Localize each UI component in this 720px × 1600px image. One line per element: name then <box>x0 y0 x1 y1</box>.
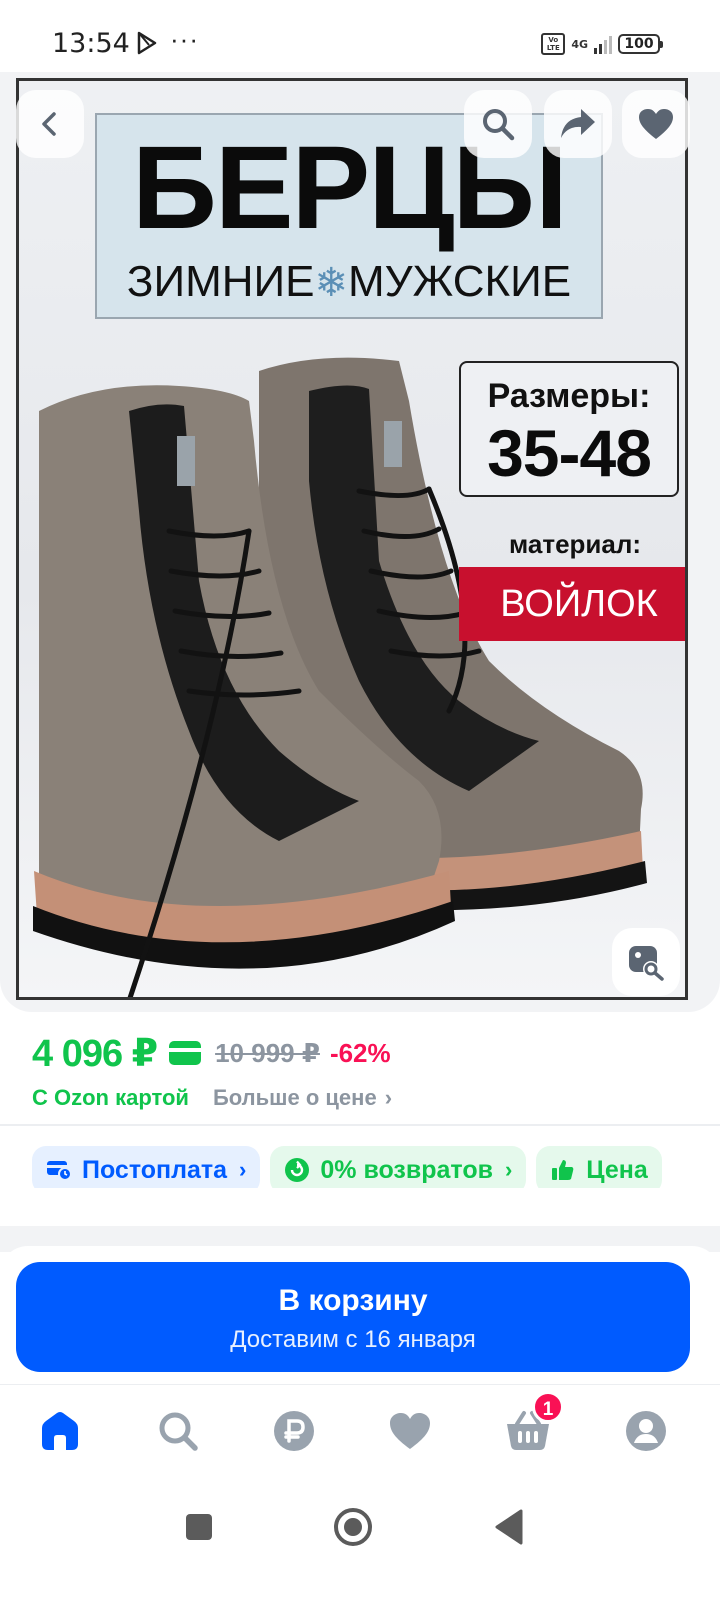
system-navigation <box>0 1480 720 1600</box>
material-value: ВОЙЛОК <box>459 567 685 641</box>
status-bar: 13:54 ··· Vo LTE 4G 100 <box>0 0 720 72</box>
sizes-badge: Размеры: 35-48 <box>459 361 679 497</box>
home-icon <box>334 1508 372 1546</box>
old-price: 10 999 ₽ <box>215 1037 320 1068</box>
image-search-icon <box>629 946 664 981</box>
ozon-card-icon <box>169 1041 202 1065</box>
nav-home[interactable] <box>34 1405 86 1457</box>
product-gallery[interactable]: БЕРЦЫ ЗИМНИЕ❄МУЖСКИЕ Размеры: 35-48 мате… <box>0 72 720 1012</box>
bottom-navigation: 1 <box>0 1384 720 1480</box>
image-search-button[interactable] <box>612 928 680 996</box>
ad-subtitle: ЗИМНИЕ❄МУЖСКИЕ <box>126 257 572 306</box>
snowflake-icon: ❄ <box>314 261 348 305</box>
chip-returns[interactable]: 0% возвратов › <box>270 1146 527 1194</box>
nav-favorites[interactable] <box>384 1405 436 1457</box>
clock: 13:54 <box>52 28 130 59</box>
add-to-cart-button[interactable]: В корзину Доставим с 16 января <box>16 1262 690 1372</box>
return-icon <box>284 1157 310 1183</box>
chevron-right-icon: › <box>384 1085 393 1110</box>
favorite-button[interactable] <box>622 90 690 158</box>
system-home-button[interactable] <box>328 1502 378 1552</box>
share-button[interactable] <box>544 90 612 158</box>
chevron-left-icon <box>42 112 56 136</box>
material-label: материал: <box>509 529 642 559</box>
more-notifications-icon: ··· <box>170 24 199 54</box>
more-about-price-link[interactable]: Больше о цене › <box>213 1085 392 1111</box>
sizes-value: 35-48 <box>487 416 652 490</box>
sizes-label: Размеры: <box>487 377 651 415</box>
status-icons: Vo LTE 4G 100 <box>541 30 663 58</box>
signal-icon <box>594 34 612 54</box>
network-type: 4G <box>571 37 588 51</box>
delivery-date: Доставим с 16 января <box>230 1326 476 1353</box>
system-back-button[interactable] <box>484 1502 534 1552</box>
volte-icon: Vo LTE <box>541 33 566 55</box>
chip-price[interactable]: Цена <box>536 1146 662 1194</box>
product-photo[interactable]: БЕРЦЫ ЗИМНИЕ❄МУЖСКИЕ Размеры: 35-48 мате… <box>16 78 688 1000</box>
recents-button[interactable] <box>174 1502 224 1552</box>
play-store-icon <box>137 31 157 55</box>
divider <box>0 1124 720 1126</box>
chevron-right-icon: › <box>504 1157 513 1182</box>
heart-icon <box>639 109 673 139</box>
price-row: 4 096 ₽ 10 999 ₽ -62% <box>32 1030 391 1076</box>
profile-icon <box>626 1411 666 1451</box>
nav-finance[interactable] <box>268 1405 320 1457</box>
cart-count-badge: 1 <box>532 1391 564 1423</box>
card-clock-icon <box>46 1157 72 1183</box>
back-icon <box>495 1509 523 1545</box>
back-button[interactable] <box>16 90 84 158</box>
nav-catalog[interactable] <box>152 1405 204 1457</box>
search-icon <box>159 1412 198 1451</box>
nav-cart[interactable]: 1 <box>502 1391 564 1457</box>
chip-postpay[interactable]: Постоплата › <box>32 1146 261 1194</box>
search-button[interactable] <box>464 90 532 158</box>
nav-profile[interactable] <box>620 1405 672 1457</box>
price-sub-row: С Ozon картой Больше о цене › <box>32 1082 392 1114</box>
feature-chips: Постоплата › 0% возвратов › Цена <box>32 1146 720 1194</box>
home-icon <box>42 1412 78 1450</box>
discount-badge: -62% <box>329 1037 391 1068</box>
recents-icon <box>186 1514 212 1540</box>
search-icon <box>483 109 515 141</box>
battery-icon: 100 <box>618 34 663 54</box>
ozon-card-note: С Ozon картой <box>32 1085 189 1110</box>
heart-icon <box>390 1413 430 1449</box>
share-icon <box>561 109 595 138</box>
current-price: 4 096 ₽ <box>32 1032 158 1075</box>
chevron-right-icon: › <box>239 1157 247 1182</box>
thumb-up-icon <box>550 1157 576 1183</box>
ruble-icon <box>274 1411 314 1451</box>
add-to-cart-label: В корзину <box>278 1284 428 1317</box>
